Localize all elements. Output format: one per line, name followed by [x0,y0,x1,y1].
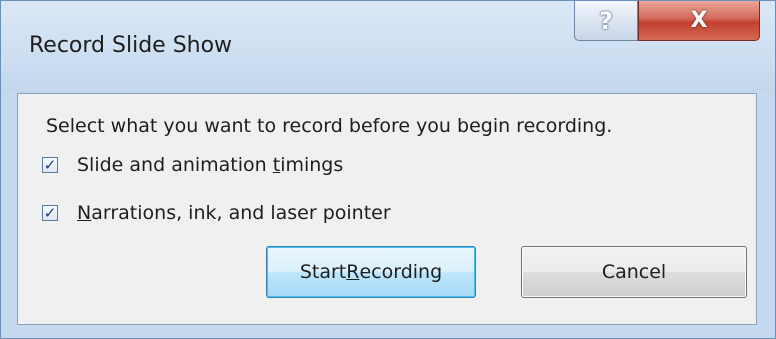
cancel-button[interactable]: Cancel [521,246,747,298]
option-slide-animation-timings[interactable]: ✓ Slide and animation timings [42,152,343,178]
close-icon: X [690,8,708,33]
checkmark-icon: ✓ [43,155,57,174]
dialog-title: Record Slide Show [29,33,233,58]
checkmark-icon: ✓ [43,203,57,222]
help-icon: ? [599,6,613,35]
title-bar[interactable]: Record Slide Show ? X [1,1,775,93]
record-slide-show-dialog: Record Slide Show ? X Select what you wa… [0,0,776,339]
help-button[interactable]: ? [574,1,638,41]
instruction-text: Select what you want to record before yo… [46,115,613,137]
start-recording-button[interactable]: Start Recording [266,246,476,298]
slide-timings-checkbox[interactable]: ✓ [42,157,58,173]
narrations-label[interactable]: Narrations, ink, and laser pointer [77,202,391,224]
dialog-body: Select what you want to record before yo… [17,93,757,325]
close-button[interactable]: X [638,1,760,41]
narrations-checkbox[interactable]: ✓ [42,205,58,221]
slide-timings-label[interactable]: Slide and animation timings [77,154,343,176]
option-narrations-ink-laser[interactable]: ✓ Narrations, ink, and laser pointer [42,200,391,226]
